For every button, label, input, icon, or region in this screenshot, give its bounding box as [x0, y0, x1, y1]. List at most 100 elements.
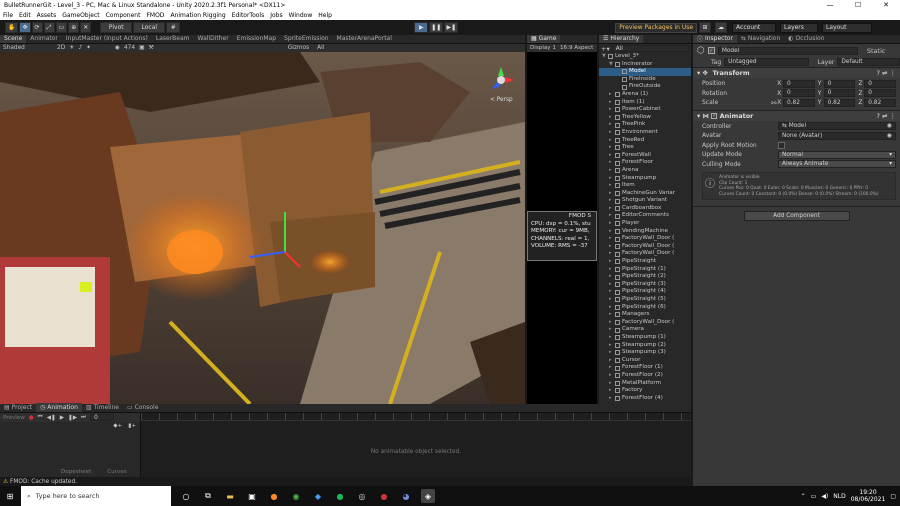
- file-explorer-icon[interactable]: ▬: [223, 489, 237, 503]
- tray-chevron-icon[interactable]: ⌃: [801, 493, 806, 500]
- object-picker-icon[interactable]: ◉: [887, 123, 892, 129]
- active-checkbox[interactable]: ✓: [707, 47, 715, 54]
- hierarchy-item[interactable]: ▸ Environment: [599, 129, 691, 137]
- shading-dropdown[interactable]: Shaded: [3, 45, 53, 51]
- record-icon[interactable]: ●: [29, 415, 34, 421]
- custom-tool-button[interactable]: ✕: [80, 22, 92, 33]
- layout-dropdown[interactable]: Layout: [822, 22, 873, 33]
- account-dropdown[interactable]: Account: [732, 22, 777, 33]
- hierarchy-item[interactable]: ▸ Steampump (2): [599, 342, 691, 350]
- firefox-icon[interactable]: ●: [267, 489, 281, 503]
- layer-dropdown[interactable]: Default: [837, 58, 900, 66]
- tab-timeline[interactable]: ▥ Timeline: [82, 403, 123, 412]
- tag-dropdown[interactable]: Untagged: [724, 58, 809, 66]
- hierarchy-item[interactable]: ▸ Arena (1): [599, 91, 691, 99]
- view-gizmo[interactable]: [486, 65, 516, 95]
- menu-component[interactable]: Component: [106, 12, 141, 19]
- hierarchy-item[interactable]: FireOutside: [599, 83, 691, 91]
- preview-packages-button[interactable]: Preview Packages in Use: [615, 22, 698, 33]
- apply-root-checkbox[interactable]: [778, 141, 785, 149]
- layers-dropdown[interactable]: Layers: [780, 22, 819, 33]
- hand-tool-button[interactable]: ✋: [5, 22, 19, 33]
- hierarchy-item[interactable]: ▸ Tree: [599, 144, 691, 152]
- windows-start-button[interactable]: ⊞: [3, 489, 17, 503]
- task-view-button[interactable]: ○: [179, 489, 193, 503]
- cloud-button[interactable]: ☁: [715, 22, 728, 33]
- scene-search-input[interactable]: All: [317, 45, 324, 51]
- tab-project[interactable]: ▤ Project: [0, 403, 36, 412]
- tab-console[interactable]: ▭ Console: [123, 403, 162, 412]
- hierarchy-item[interactable]: ▸ PipeStraight (2): [599, 273, 691, 281]
- taskbar-search[interactable]: ⌕ Type here to search: [21, 486, 171, 506]
- hierarchy-item[interactable]: ▸ TreeRed: [599, 137, 691, 145]
- hierarchy-search-input[interactable]: All: [611, 45, 689, 52]
- menu-assets[interactable]: Assets: [37, 12, 57, 19]
- maximize-button[interactable]: ☐: [844, 0, 872, 11]
- hierarchy-item[interactable]: ▸ FactoryWall_Door (: [599, 250, 691, 258]
- tab-inputmaster[interactable]: InputMaster (Input Actions): [62, 35, 152, 43]
- hierarchy-item[interactable]: ▸ Steampump: [599, 175, 691, 183]
- hierarchy-item[interactable]: ▼ Incinerator: [599, 61, 691, 69]
- last-frame-icon[interactable]: ⏭: [81, 414, 86, 421]
- tab-animation[interactable]: ◷ Animation: [36, 403, 82, 412]
- hierarchy-item[interactable]: ▸ MetalPlatform: [599, 380, 691, 388]
- hierarchy-item[interactable]: FireInside: [599, 76, 691, 84]
- tab-navigation[interactable]: ⇆ Navigation: [737, 35, 784, 43]
- menu-edit[interactable]: Edit: [19, 12, 31, 19]
- add-object-button[interactable]: +▾: [601, 45, 610, 53]
- culling-dropdown[interactable]: Always Animate ▾: [778, 160, 896, 169]
- menu-animation-rigging[interactable]: Animation Rigging: [170, 12, 225, 19]
- tab-inspector[interactable]: ⓘ Inspector: [693, 35, 737, 43]
- position-x-field[interactable]: 0: [783, 79, 815, 88]
- hierarchy-item[interactable]: ▸ ForestFloor (2): [599, 372, 691, 380]
- hierarchy-item[interactable]: ▸ PipeStraight (4): [599, 288, 691, 296]
- tab-animator[interactable]: Animator: [26, 35, 62, 43]
- tool-settings-icon[interactable]: ⚒: [149, 45, 154, 51]
- close-button[interactable]: ✕: [872, 0, 900, 11]
- add-keyframe-icon[interactable]: ◆+: [113, 423, 122, 429]
- language-indicator[interactable]: NLD: [833, 493, 845, 500]
- steam-icon[interactable]: ◎: [355, 489, 369, 503]
- preview-toggle[interactable]: Preview: [3, 415, 25, 421]
- visibility-icon[interactable]: ◉: [115, 45, 120, 51]
- menu-jobs[interactable]: Jobs: [270, 12, 282, 19]
- lighting-icon[interactable]: ☀: [69, 45, 74, 51]
- gizmos-dropdown[interactable]: Gizmos: [288, 45, 309, 51]
- curves-button[interactable]: Curves: [101, 468, 132, 476]
- hierarchy-item[interactable]: ▸ ForestFloor: [599, 159, 691, 167]
- hierarchy-item[interactable]: ▸ Factory: [599, 387, 691, 395]
- tab-masterarenaportal[interactable]: MasterArenaPortal: [333, 35, 396, 43]
- hierarchy-item[interactable]: ▸ TreeYellow: [599, 114, 691, 122]
- settings-app-icon[interactable]: ◆: [311, 489, 325, 503]
- avatar-field[interactable]: None (Avatar) ◉: [778, 131, 896, 140]
- dopesheet-button[interactable]: Dopesheet: [55, 468, 98, 476]
- animator-enabled-checkbox[interactable]: ✓: [711, 112, 718, 119]
- transform-tool-button[interactable]: ⊕: [68, 22, 80, 33]
- static-toggle[interactable]: Static: [867, 47, 886, 55]
- collab-button[interactable]: ⊞: [699, 22, 712, 33]
- discord-icon[interactable]: ◕: [399, 489, 413, 503]
- rect-tool-button[interactable]: ▭: [55, 22, 68, 33]
- transform-header[interactable]: ▾ ✥ Transform ? ⇌ ⋮: [693, 67, 900, 78]
- rotation-x-field[interactable]: 0: [783, 89, 815, 98]
- local-toggle[interactable]: Local: [133, 22, 166, 33]
- hierarchy-item[interactable]: Model: [599, 68, 691, 76]
- rotation-z-field[interactable]: 0: [864, 89, 896, 98]
- tab-scene[interactable]: Scene: [0, 35, 27, 43]
- hierarchy-item[interactable]: ▸ Item: [599, 182, 691, 190]
- clock[interactable]: 19:20 08/06/2021: [851, 489, 886, 503]
- hierarchy-item[interactable]: ▸ ForestFloor (4): [599, 395, 691, 403]
- pause-button[interactable]: ❚❚: [429, 22, 444, 33]
- hierarchy-item[interactable]: ▸ FactoryWall_Door (: [599, 243, 691, 251]
- menu-fmod[interactable]: FMOD: [146, 12, 164, 19]
- object-name-field[interactable]: Model: [717, 46, 858, 55]
- menu-gameobject[interactable]: GameObject: [62, 12, 99, 19]
- tab-hierarchy[interactable]: ☰ Hierarchy: [599, 35, 644, 43]
- hierarchy-item[interactable]: ▸ PowerCabinet: [599, 106, 691, 114]
- hierarchy-item[interactable]: ▸ PipeStraight (6): [599, 304, 691, 312]
- store-icon[interactable]: ▣: [245, 489, 259, 503]
- scene-viewport[interactable]: [0, 52, 525, 404]
- hierarchy-item[interactable]: ▸ Steampump (1): [599, 334, 691, 342]
- update-mode-dropdown[interactable]: Normal ▾: [778, 150, 896, 159]
- hierarchy-item[interactable]: ▸ ForestFloor (1): [599, 364, 691, 372]
